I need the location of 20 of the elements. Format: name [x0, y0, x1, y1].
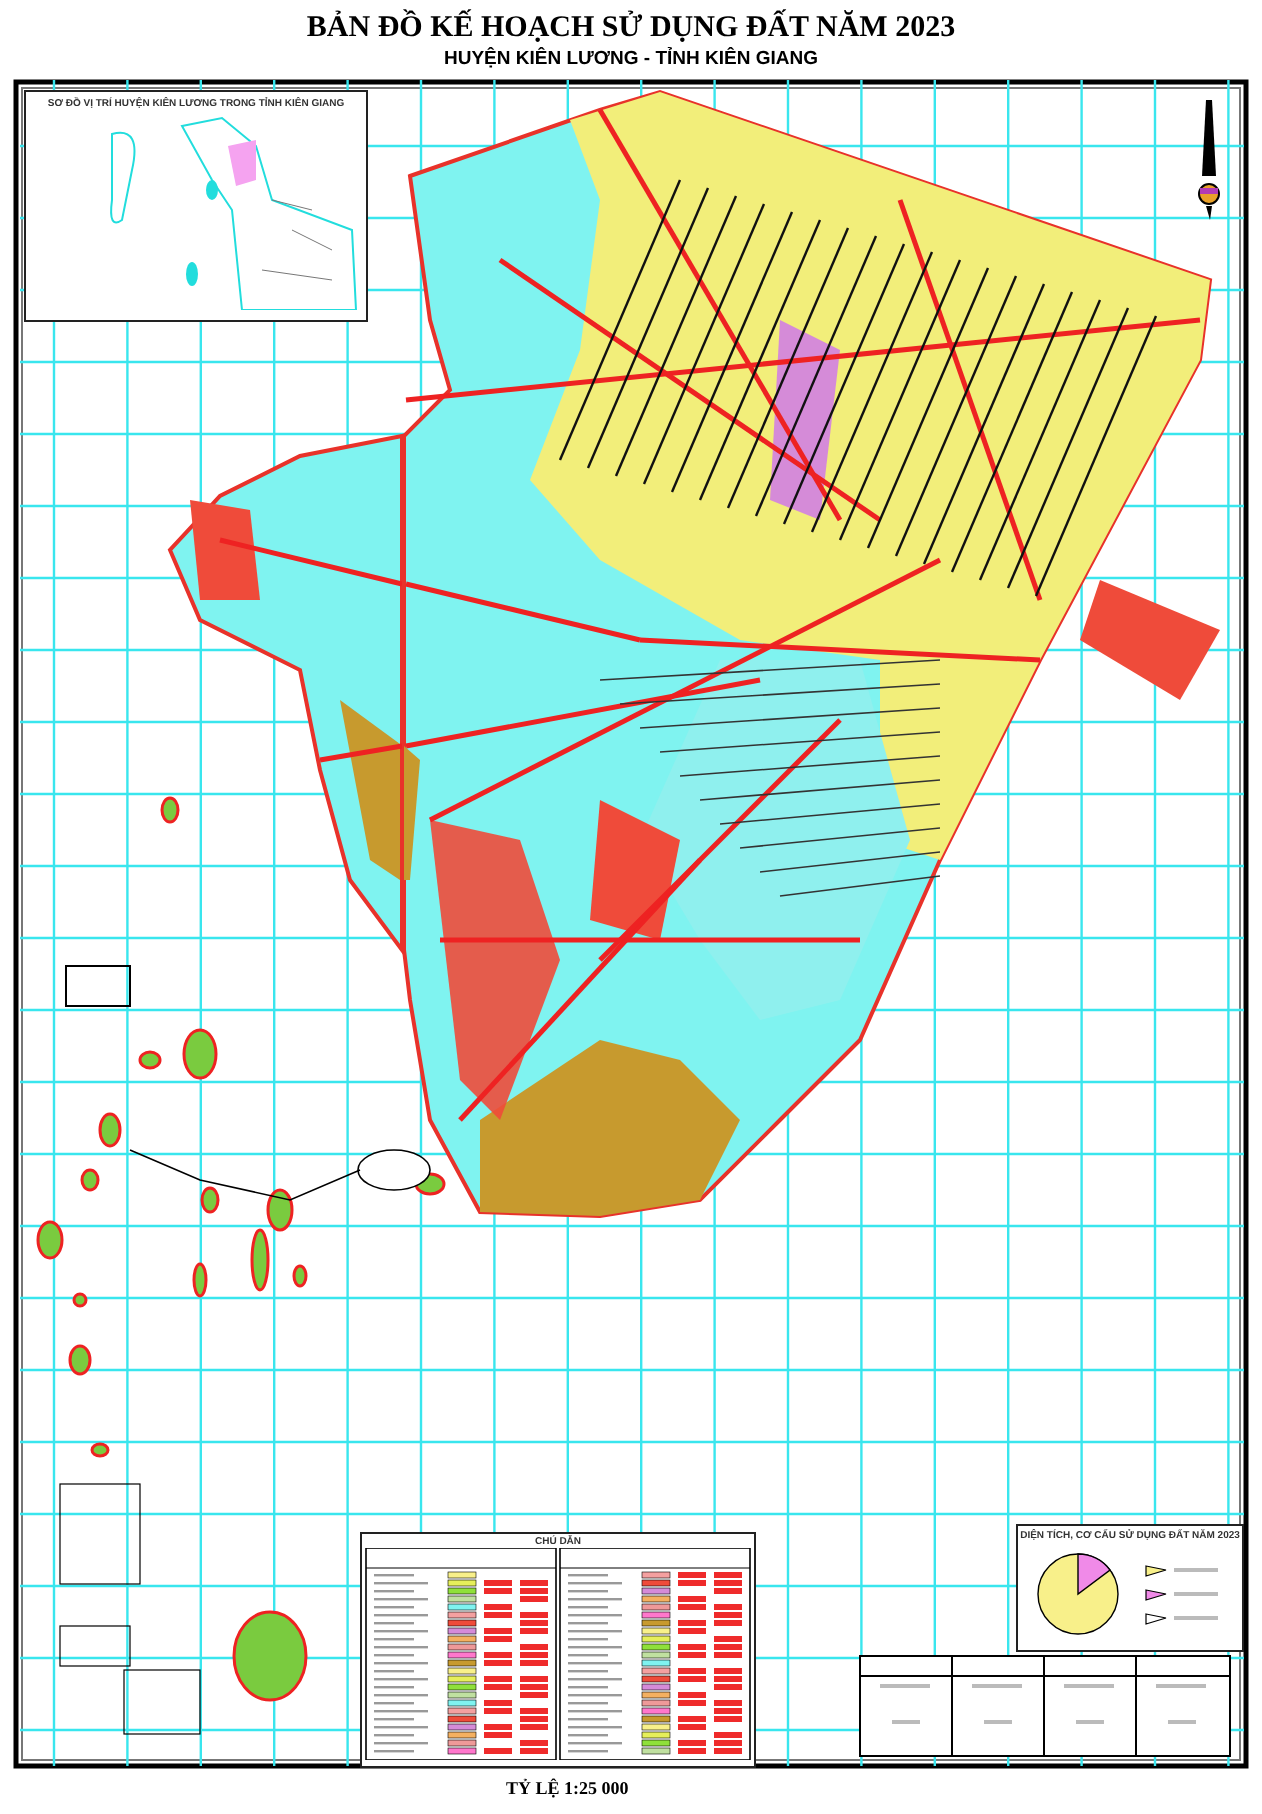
island-drawing [160, 796, 180, 824]
north-arrow-icon [1198, 100, 1220, 220]
map-subtitle: HUYỆN KIÊN LƯƠNG - TỈNH KIÊN GIANG [444, 48, 818, 70]
island-drawing [68, 1344, 92, 1376]
map-title: BẢN ĐỒ KẾ HOẠCH SỬ DỤNG ĐẤT NĂM 2023 [306, 12, 956, 46]
island-drawing [90, 1442, 110, 1458]
frame-outline [65, 965, 131, 1007]
island-drawing [36, 1220, 64, 1260]
island-drawing [292, 1264, 308, 1288]
island-drawing [72, 1292, 88, 1308]
frame-outline [59, 1483, 141, 1585]
island-drawing [232, 1610, 308, 1702]
callout-ellipse [357, 1149, 431, 1191]
island-drawing [98, 1112, 122, 1148]
island-drawing [138, 1050, 162, 1070]
island-drawing [182, 1028, 218, 1080]
map-scale: TỶ LỆ 1:25 000 [506, 1778, 631, 1798]
island-drawing [80, 1168, 100, 1192]
island-drawing [192, 1262, 208, 1298]
island-drawing [200, 1186, 220, 1214]
